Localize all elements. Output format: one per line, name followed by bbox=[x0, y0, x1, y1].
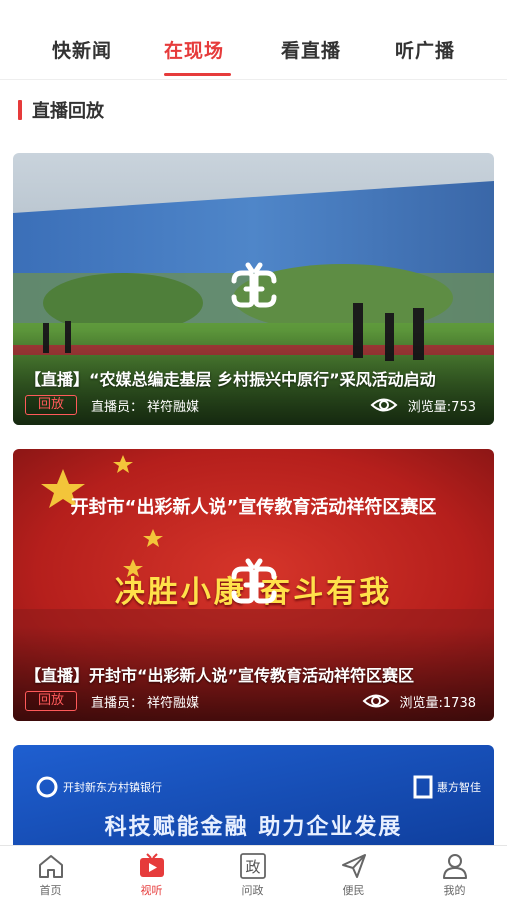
eye-icon bbox=[370, 398, 398, 412]
banner-headline: 开封市“出彩新人说”宣传教育活动祥符区赛区 bbox=[70, 497, 437, 518]
host-label: 直播员： bbox=[91, 399, 144, 415]
nav-mine[interactable]: 我的 bbox=[404, 846, 505, 900]
card-title[interactable]: 【直播】“农媒总编走基层 乡村振兴中原行”采风活动启动 bbox=[25, 366, 490, 390]
host-name: 祥符融媒 bbox=[147, 695, 200, 711]
views-label: 浏览量:1738 bbox=[399, 695, 476, 711]
live-replay-card[interactable]: 开封新东方村镇银行 惠方智佳 科技赋能金融 助力企业发展 bbox=[13, 745, 494, 845]
view-count: 浏览量:1738 bbox=[362, 690, 476, 712]
zheng-icon: 政 bbox=[239, 853, 266, 879]
send-icon bbox=[341, 854, 366, 878]
card-meta: 回放 直播员： 祥符融媒 浏览量:753 bbox=[25, 394, 482, 416]
card-meta: 回放 直播员： 祥符融媒 浏览量:1738 bbox=[25, 690, 482, 712]
host-label: 直播员： bbox=[91, 695, 144, 711]
eye-icon bbox=[362, 694, 390, 708]
section-title: 直播回放 bbox=[32, 101, 104, 122]
tab-kuaixinwen[interactable]: 快新闻 bbox=[52, 36, 112, 63]
views-label: 浏览量:753 bbox=[407, 399, 476, 415]
tab-kanzhibo[interactable]: 看直播 bbox=[281, 36, 341, 63]
play-icon[interactable] bbox=[224, 259, 284, 319]
home-icon bbox=[38, 855, 63, 878]
host-name: 祥符融媒 bbox=[147, 399, 200, 415]
nav-home[interactable]: 首页 bbox=[0, 846, 101, 900]
top-tab-bar: 快新闻 在现场 看直播 听广播 bbox=[0, 0, 507, 80]
card-title[interactable]: 【直播】开封市“出彩新人说”宣传教育活动祥符区赛区 bbox=[25, 662, 490, 686]
banner-slogan: 科技赋能金融 助力企业发展 bbox=[104, 815, 403, 840]
nav-label: 我的 bbox=[443, 884, 466, 897]
live-replay-card[interactable]: 开封市“出彩新人说”宣传教育活动祥符区赛区 决胜小康 奋斗有我 【直播】开封市“… bbox=[13, 449, 494, 721]
zheng-glyph: 政 bbox=[245, 858, 260, 876]
nav-label: 问政 bbox=[241, 884, 264, 897]
section-header: 直播回放 bbox=[18, 98, 104, 122]
nav-label: 便民 bbox=[342, 884, 365, 897]
view-count: 浏览量:753 bbox=[370, 394, 476, 416]
bottom-nav: 首页 视听 政 问政 便民 我的 bbox=[0, 845, 507, 900]
video-icon bbox=[139, 853, 164, 877]
user-icon bbox=[442, 854, 467, 879]
nav-wenzheng[interactable]: 政 问政 bbox=[202, 846, 303, 900]
nav-video[interactable]: 视听 bbox=[101, 846, 202, 900]
nav-label: 首页 bbox=[39, 884, 62, 897]
brand-logo-text: 惠方智佳 bbox=[437, 781, 481, 794]
tab-zaixianchang[interactable]: 在现场 bbox=[164, 36, 224, 63]
replay-badge: 回放 bbox=[25, 691, 78, 711]
active-tab-underline bbox=[164, 73, 231, 76]
section-accent-bar bbox=[18, 100, 22, 120]
tab-tingguangbo[interactable]: 听广播 bbox=[395, 36, 455, 63]
nav-label: 视听 bbox=[140, 884, 163, 897]
live-replay-card[interactable]: 【直播】“农媒总编走基层 乡村振兴中原行”采风活动启动 回放 直播员： 祥符融媒… bbox=[13, 153, 494, 425]
nav-bianmin[interactable]: 便民 bbox=[303, 846, 404, 900]
replay-badge: 回放 bbox=[25, 395, 78, 415]
play-icon[interactable] bbox=[224, 555, 284, 615]
bank-logo-text: 开封新东方村镇银行 bbox=[63, 781, 162, 794]
